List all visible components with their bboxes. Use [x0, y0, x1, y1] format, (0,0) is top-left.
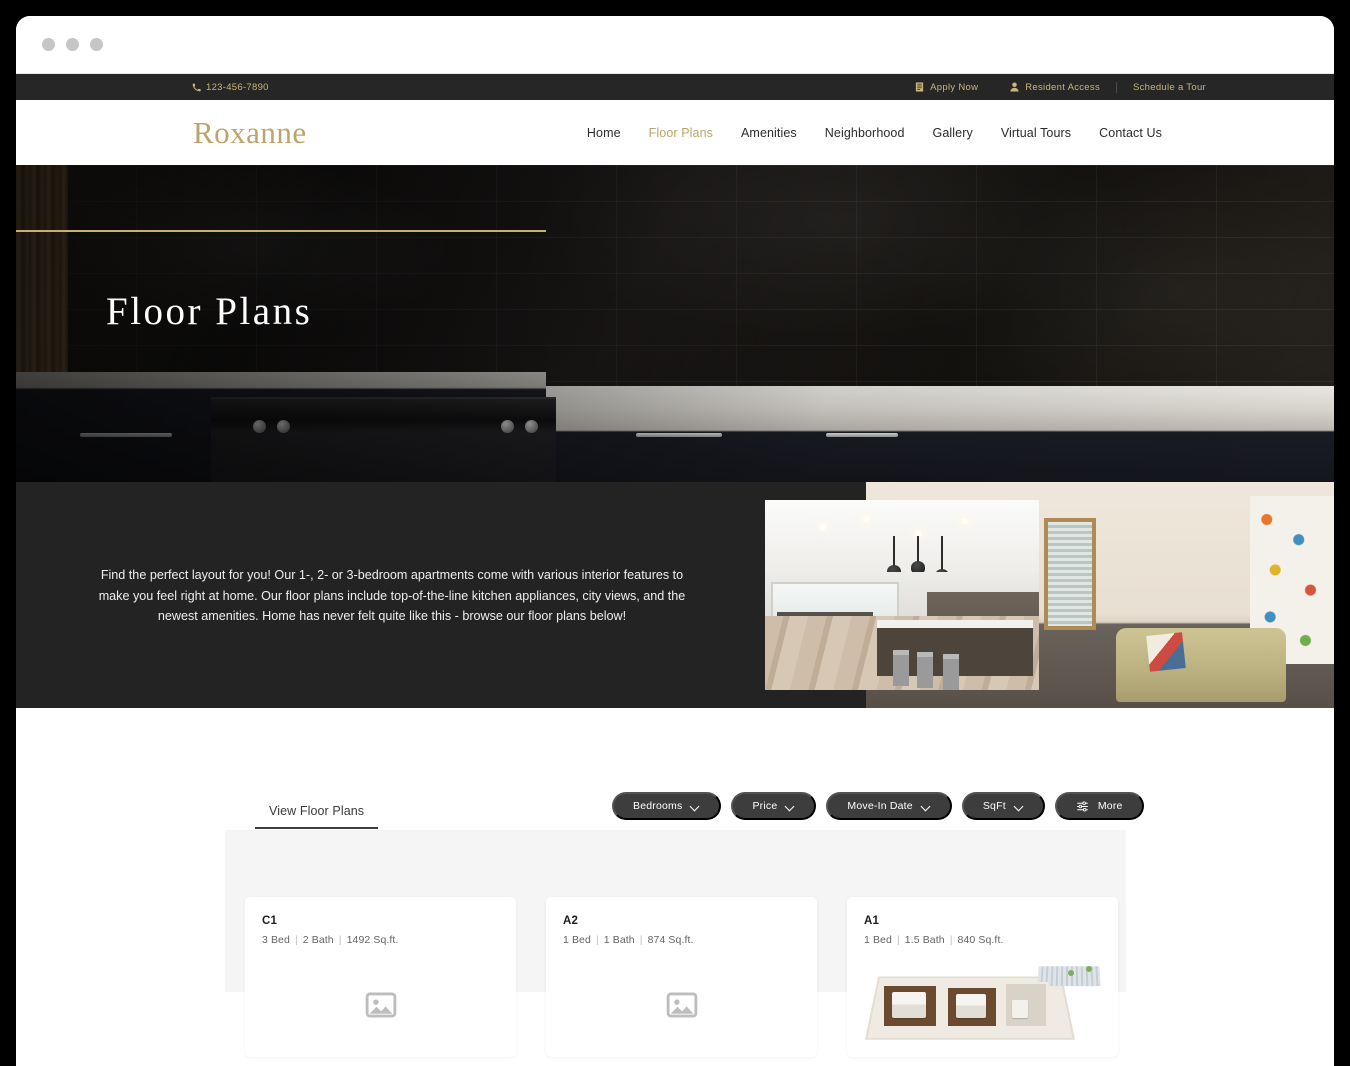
- card-header: A2 1 Bed | 1 Bath | 874 Sq.ft.: [546, 897, 817, 946]
- image-placeholder-icon: [666, 992, 697, 1018]
- filter-bedrooms-label: Bedrooms: [633, 800, 683, 812]
- nav-item-home[interactable]: Home: [587, 126, 621, 140]
- schedule-tour-label: Schedule a Tour: [1133, 81, 1206, 93]
- document-icon: [916, 82, 924, 92]
- resident-access-link[interactable]: Resident Access: [994, 82, 1116, 93]
- filter-bedrooms[interactable]: Bedrooms: [612, 792, 722, 820]
- page-title: Floor Plans: [106, 290, 313, 333]
- floor-plan-panel: C1 3 Bed | 2 Bath | 1492 Sq.ft. A2 1 Bed…: [225, 830, 1126, 1057]
- kitchen-island-photo: [765, 500, 1039, 690]
- floor-plan-specs: 1 Bed | 1.5 Bath | 840 Sq.ft.: [864, 934, 1004, 946]
- filter-price-label: Price: [752, 800, 778, 812]
- floor-plan-beds: 1 Bed: [563, 934, 591, 946]
- phone-icon: [192, 83, 201, 91]
- window-close-dot[interactable]: [42, 38, 55, 51]
- apply-now-label: Apply Now: [930, 81, 979, 93]
- apply-now-link[interactable]: Apply Now: [899, 82, 994, 93]
- main-navbar: Roxanne Home Floor Plans Amenities Neigh…: [16, 100, 1334, 165]
- browser-titlebar: [16, 16, 1334, 74]
- primary-nav: Home Floor Plans Amenities Neighborhood …: [587, 126, 1162, 140]
- floor-plan-sqft: 840 Sq.ft.: [957, 934, 1004, 946]
- floor-plan-sqft: 1492 Sq.ft.: [346, 934, 399, 946]
- window-minimize-dot[interactable]: [66, 38, 79, 51]
- filter-more-label: More: [1097, 800, 1123, 812]
- window-maximize-dot[interactable]: [90, 38, 103, 51]
- chevron-down-icon: [786, 802, 795, 811]
- chevron-down-icon: [691, 802, 700, 811]
- floor-plan-render: [858, 962, 1108, 1048]
- floor-plan-sqft: 874 Sq.ft.: [647, 934, 694, 946]
- floor-plan-card-list: C1 3 Bed | 2 Bath | 1492 Sq.ft. A2 1 Bed…: [245, 897, 1118, 1057]
- hero-gold-rule: [16, 230, 546, 232]
- sliders-icon: [1076, 801, 1088, 811]
- listing-tabs: View Floor Plans: [255, 804, 379, 829]
- phone-link[interactable]: 123-456-7890: [192, 82, 269, 93]
- card-header: A1 1 Bed | 1.5 Bath | 840 Sq.ft.: [847, 897, 1118, 946]
- intro-section: Find the perfect layout for you! Our 1-,…: [16, 482, 1334, 708]
- image-placeholder-icon: [365, 992, 396, 1018]
- floor-plan-beds: 1 Bed: [864, 934, 892, 946]
- browser-window: 123-456-7890 Apply Now Resident Access S…: [16, 16, 1334, 1066]
- filter-more[interactable]: More: [1054, 792, 1144, 820]
- floor-plan-name: C1: [262, 915, 278, 927]
- card-media: [546, 960, 817, 1050]
- floor-plan-baths: 2 Bath: [302, 934, 334, 946]
- floor-plan-card[interactable]: A1 1 Bed | 1.5 Bath | 840 Sq.ft.: [847, 897, 1118, 1057]
- floor-plan-card[interactable]: A2 1 Bed | 1 Bath | 874 Sq.ft.: [546, 897, 817, 1057]
- chevron-down-icon: [1015, 802, 1024, 811]
- resident-access-label: Resident Access: [1025, 81, 1100, 93]
- floor-plan-beds: 3 Bed: [262, 934, 290, 946]
- card-media: [245, 960, 516, 1050]
- floor-plan-baths: 1.5 Bath: [904, 934, 945, 946]
- card-media: [847, 960, 1118, 1050]
- filter-move-in-date-label: Move-In Date: [847, 800, 913, 812]
- floor-plan-listings: View Floor Plans Bedrooms Price Move-In …: [16, 708, 1334, 1057]
- utility-links: Apply Now Resident Access Schedule a Tou…: [899, 81, 1206, 93]
- phone-number: 123-456-7890: [206, 81, 269, 93]
- nav-item-amenities[interactable]: Amenities: [741, 126, 797, 140]
- floor-plan-name: A2: [563, 915, 579, 927]
- hero-banner: Floor Plans: [16, 165, 1334, 482]
- nav-item-virtual-tours[interactable]: Virtual Tours: [1001, 126, 1071, 140]
- filter-price[interactable]: Price: [731, 792, 817, 820]
- floor-plan-baths: 1 Bath: [603, 934, 635, 946]
- floor-plan-card[interactable]: C1 3 Bed | 2 Bath | 1492 Sq.ft.: [245, 897, 516, 1057]
- schedule-tour-link[interactable]: Schedule a Tour: [1116, 81, 1206, 93]
- filter-sqft-label: SqFt: [982, 800, 1006, 812]
- floor-plan-specs: 1 Bed | 1 Bath | 874 Sq.ft.: [563, 934, 694, 946]
- nav-item-neighborhood[interactable]: Neighborhood: [825, 126, 905, 140]
- floor-plan-specs: 3 Bed | 2 Bath | 1492 Sq.ft.: [262, 934, 399, 946]
- floor-plan-name: A1: [864, 915, 880, 927]
- filter-move-in-date[interactable]: Move-In Date: [826, 792, 952, 820]
- nav-item-contact-us[interactable]: Contact Us: [1099, 126, 1162, 140]
- site-logo[interactable]: Roxanne: [193, 115, 307, 151]
- user-icon: [1010, 82, 1019, 92]
- nav-item-floor-plans[interactable]: Floor Plans: [649, 126, 713, 140]
- tab-view-floor-plans[interactable]: View Floor Plans: [255, 804, 379, 829]
- filter-bar: Bedrooms Price Move-In Date SqFt More: [612, 792, 1144, 820]
- intro-paragraph: Find the perfect layout for you! Our 1-,…: [98, 568, 686, 623]
- page-viewport: 123-456-7890 Apply Now Resident Access S…: [16, 74, 1334, 1066]
- chevron-down-icon: [922, 802, 931, 811]
- filter-sqft[interactable]: SqFt: [961, 792, 1045, 820]
- utility-bar: 123-456-7890 Apply Now Resident Access S…: [16, 74, 1334, 100]
- nav-item-gallery[interactable]: Gallery: [933, 126, 973, 140]
- card-header: C1 3 Bed | 2 Bath | 1492 Sq.ft.: [245, 897, 516, 946]
